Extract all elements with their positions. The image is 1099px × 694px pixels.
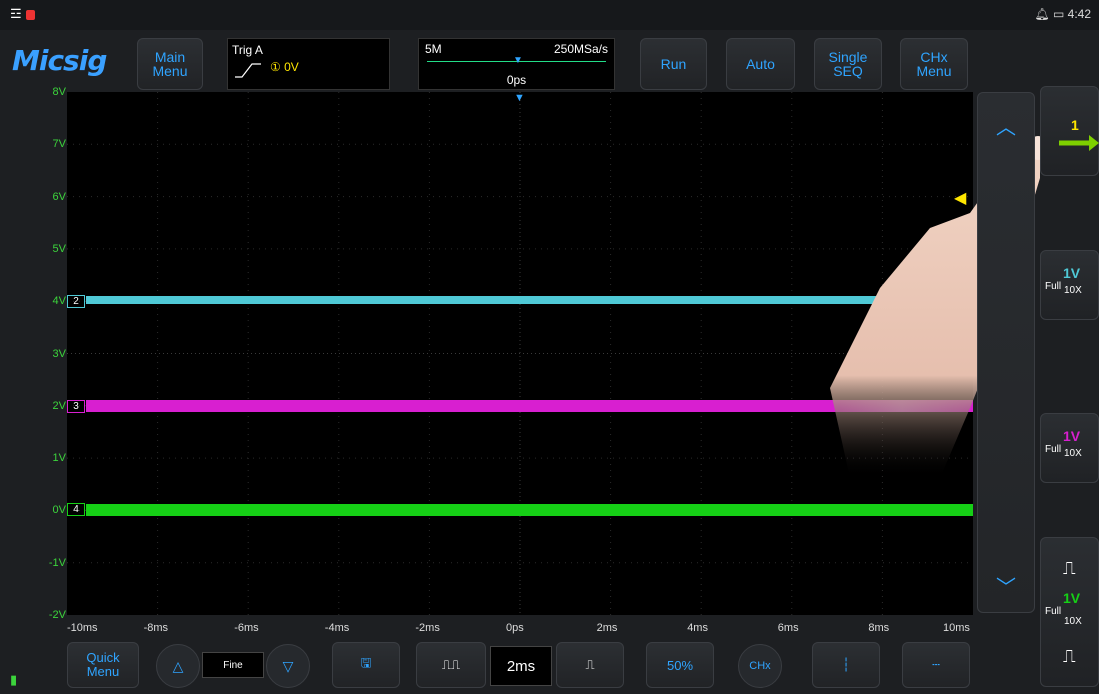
- y-axis-label: 1V: [52, 452, 66, 465]
- channel-3-probe: 10X: [1064, 448, 1082, 459]
- channel-3-offset-marker[interactable]: 3: [67, 400, 85, 413]
- x-axis-label: -4ms: [324, 622, 350, 634]
- rising-edge-icon: [235, 63, 261, 78]
- trigger-position-marker-icon: ▼: [513, 55, 523, 66]
- channel-2-probe: 10X: [1064, 285, 1082, 296]
- triangle-down-icon: ▽: [282, 657, 294, 674]
- x-axis-label: -10ms: [67, 622, 98, 634]
- trigger-time-marker-icon[interactable]: ▼: [514, 92, 525, 104]
- quick-menu-button[interactable]: Quick Menu: [67, 642, 139, 688]
- y-axis-label: 0V: [52, 504, 66, 517]
- scale-up-button[interactable]: △: [156, 644, 200, 688]
- auto-button[interactable]: Auto: [726, 38, 795, 90]
- x-axis-label: 8ms: [868, 622, 890, 634]
- memory-depth: 5M: [425, 42, 442, 56]
- channel-2-scale: 1V: [1063, 265, 1081, 281]
- horizontal-position: 0ps: [506, 73, 527, 87]
- timebase-panel[interactable]: 5M 250MSa/s ▼ 0ps: [418, 38, 615, 90]
- channel-4-offset-marker[interactable]: 4: [67, 503, 85, 516]
- sample-rate: 250MSa/s: [553, 42, 608, 56]
- x-axis-label: 2ms: [596, 622, 618, 634]
- channel-3-scale-box[interactable]: 1V Full 10X: [1040, 413, 1099, 483]
- mute-icon: 🔔︎: [1034, 7, 1050, 21]
- y-axis-label: 7V: [52, 138, 66, 151]
- x-axis-label: 6ms: [777, 622, 799, 634]
- y-axis-label: -2V: [48, 609, 66, 621]
- battery-charging-icon: ▮: [10, 672, 18, 687]
- channel-4-coupling: Full: [1045, 606, 1062, 617]
- triangle-up-icon: △: [172, 657, 184, 674]
- fifty-percent-button[interactable]: 50%: [646, 642, 714, 688]
- chevron-down-icon[interactable]: ﹀: [996, 571, 1016, 600]
- x-axis-label: 10ms: [943, 622, 970, 634]
- save-icon: 🖫︎: [360, 655, 372, 670]
- status-right: 🔔︎ ▭ 4:42: [1034, 7, 1091, 21]
- wide-pulse-icon: ⎍: [585, 657, 595, 672]
- trigger-label: Trig A: [232, 43, 263, 57]
- y-axis-label: 8V: [52, 86, 66, 98]
- chx-menu-button[interactable]: CHx Menu: [900, 38, 968, 90]
- vertical-cursor-button[interactable]: ┆: [812, 642, 880, 688]
- battery-alert-icon: [26, 10, 35, 20]
- channel-1-tab[interactable]: 1: [1040, 86, 1099, 176]
- channel-4-probe: 10X: [1064, 616, 1082, 627]
- pulse-icon: ⎍: [1063, 558, 1076, 578]
- y-axis-label: 6V: [52, 190, 66, 203]
- channel-3-coupling: Full: [1045, 444, 1062, 455]
- timebase-increase-button[interactable]: ⎍⎍: [416, 642, 486, 688]
- y-axis-label: 3V: [52, 347, 66, 360]
- y-axis-label: 2V: [52, 399, 66, 412]
- trigger-panel[interactable]: Trig A ① 0V: [227, 38, 390, 90]
- single-seq-button[interactable]: Single SEQ: [814, 38, 882, 90]
- timebase-decrease-button[interactable]: ⎍: [556, 642, 624, 688]
- main-menu-button[interactable]: Main Menu: [137, 38, 203, 90]
- channel-4-trace: [86, 504, 973, 516]
- chevron-up-icon[interactable]: ︿: [996, 111, 1016, 140]
- channel-4-scale-box[interactable]: ⎍ 1V Full 10X ⎍: [1040, 537, 1099, 687]
- horizontal-cursor-button[interactable]: ┄: [902, 642, 970, 688]
- channel-3-scale: 1V: [1063, 428, 1081, 444]
- chx-button[interactable]: CHx: [738, 644, 782, 688]
- y-axis-label: -1V: [48, 556, 66, 569]
- y-axis-label: 4V: [52, 295, 66, 308]
- channel-1-label: 1: [1071, 117, 1079, 133]
- brand-logo: Micsig: [12, 44, 107, 77]
- vertical-control-panel[interactable]: ︿ ﹀: [977, 92, 1035, 613]
- channel-2-coupling: Full: [1045, 281, 1062, 292]
- channel-1-arrow-icon: [1059, 135, 1099, 151]
- x-axis-label: 0ps: [506, 622, 524, 634]
- channel-2-scale-box[interactable]: 1V Full 10X: [1040, 250, 1099, 320]
- fine-toggle[interactable]: Fine: [202, 652, 264, 678]
- channel-4-scale: 1V: [1063, 590, 1081, 606]
- x-axis-label: -6ms: [234, 622, 259, 634]
- run-button[interactable]: Run: [640, 38, 707, 90]
- pulse-icon-2: ⎍: [1063, 646, 1076, 666]
- y-axis-label: 5V: [52, 242, 66, 255]
- vertical-cursor-icon: ┆: [842, 657, 850, 672]
- channel-2-offset-marker[interactable]: 2: [67, 295, 85, 308]
- scale-down-button[interactable]: ▽: [266, 644, 310, 688]
- trigger-level: ① 0V: [270, 60, 299, 74]
- dense-pulse-icon: ⎍⎍: [441, 657, 461, 672]
- x-axis-label: -8ms: [143, 622, 169, 634]
- save-button[interactable]: 🖫︎: [332, 642, 400, 688]
- status-bar: ☲ 🔔︎ ▭ 4:42: [0, 0, 1099, 30]
- clock: 4:42: [1067, 7, 1091, 21]
- time-per-div[interactable]: 2ms: [490, 646, 552, 686]
- channel-2-trace: [86, 296, 886, 304]
- x-axis-label: 4ms: [687, 622, 708, 634]
- horizontal-cursor-icon: ┄: [932, 657, 940, 672]
- battery-icon: ▭: [1052, 7, 1065, 21]
- wifi-icon: ☲: [10, 6, 22, 21]
- x-axis-label: -2ms: [415, 622, 440, 634]
